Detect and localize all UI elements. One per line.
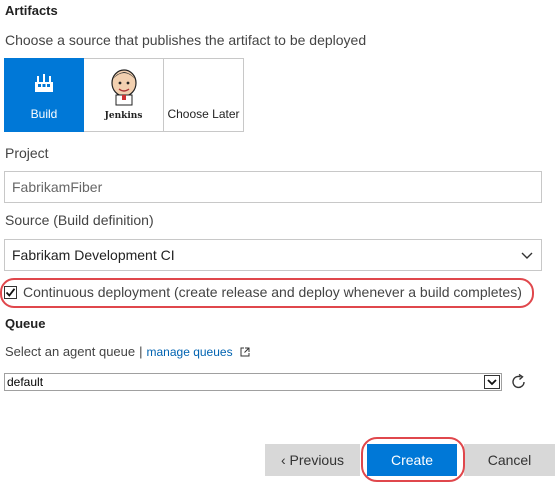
- source-tile-build[interactable]: Build: [4, 58, 84, 132]
- project-field[interactable]: FabrikamFiber: [4, 171, 542, 203]
- queue-heading: Queue: [5, 316, 46, 331]
- jenkins-icon: [107, 59, 141, 115]
- previous-button[interactable]: ‹ Previous: [265, 444, 360, 476]
- agent-queue-select[interactable]: default: [4, 373, 502, 391]
- queue-prompt: Select an agent queue: [5, 344, 136, 359]
- cancel-button[interactable]: Cancel: [464, 444, 555, 476]
- project-value: FabrikamFiber: [12, 179, 103, 195]
- chevron-down-icon: [487, 379, 497, 386]
- source-label: Source (Build definition): [5, 212, 154, 228]
- build-definition-select[interactable]: Fabrikam Development CI: [4, 239, 542, 271]
- create-release-definition-dialog: Artifacts Choose a source that publishes…: [0, 0, 557, 483]
- queue-dropdown-button[interactable]: [484, 375, 500, 389]
- continuous-deployment-checkbox[interactable]: [4, 285, 17, 299]
- source-tile-jenkins[interactable]: Jenkins: [84, 58, 164, 132]
- build-icon: [33, 59, 55, 107]
- source-tile-choose-later[interactable]: Choose Later: [164, 58, 244, 132]
- build-definition-value: Fabrikam Development CI: [12, 247, 175, 263]
- chevron-down-icon: [521, 252, 533, 259]
- source-tile-label: Jenkins: [104, 111, 143, 121]
- queue-separator: |: [139, 344, 143, 359]
- continuous-deployment-row: Continuous deployment (create release an…: [4, 284, 522, 300]
- artifacts-heading: Artifacts: [5, 3, 58, 18]
- refresh-icon[interactable]: [510, 373, 528, 391]
- queue-prompt-row: Select an agent queue | manage queues: [5, 344, 250, 359]
- artifacts-subtitle: Choose a source that publishes the artif…: [5, 32, 367, 48]
- agent-queue-value: default: [7, 375, 44, 389]
- source-tile-label: Choose Later: [167, 107, 240, 121]
- project-label: Project: [5, 145, 49, 161]
- create-button[interactable]: Create: [367, 444, 457, 476]
- artifact-source-tiles: Build Jenkins Choose Later: [4, 58, 244, 132]
- continuous-deployment-label: Continuous deployment (create release an…: [23, 284, 522, 300]
- checkmark-icon: [5, 287, 16, 297]
- manage-queues-link[interactable]: manage queues: [147, 345, 233, 359]
- external-link-icon[interactable]: [240, 347, 250, 357]
- source-tile-label: Build: [30, 107, 58, 121]
